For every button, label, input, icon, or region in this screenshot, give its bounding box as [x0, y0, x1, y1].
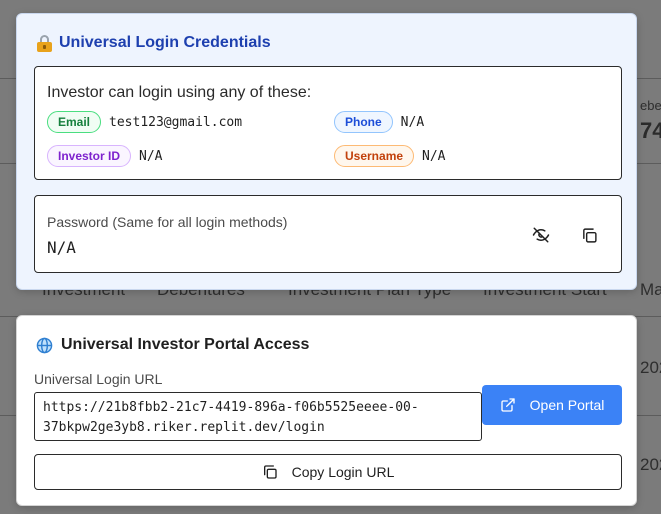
investor-id-badge: Investor ID	[47, 145, 132, 167]
method-investor-id: Investor ID N/A	[47, 145, 163, 167]
portal-title: Universal Investor Portal Access	[61, 336, 310, 353]
url-label: Universal Login URL	[34, 371, 163, 387]
eye-off-icon	[532, 227, 550, 243]
login-methods-box: Investor can login using any of these: E…	[34, 66, 622, 180]
copy-login-url-label: Copy Login URL	[291, 464, 395, 480]
method-email: Email test123@gmail.com	[47, 111, 242, 133]
login-url-field[interactable]: https://21b8fbb2-21c7-4419-896a-f06b5525…	[34, 392, 482, 441]
bg-side-stat: 74	[640, 118, 661, 143]
copy-password-button[interactable]	[575, 221, 603, 249]
portal-header: Universal Investor Portal Access	[36, 336, 309, 354]
email-value: test123@gmail.com	[109, 114, 243, 130]
globe-icon	[36, 337, 53, 353]
portal-card: Universal Investor Portal Access Univers…	[16, 315, 637, 506]
login-url-line-1: https://21b8fbb2-21c7-4419-896a-f06b5525…	[43, 400, 419, 415]
credentials-header: Universal Login Credentials	[36, 34, 271, 52]
credentials-title: Universal Login Credentials	[59, 34, 271, 51]
bg-row-year: 202	[640, 358, 661, 377]
password-value: N/A	[47, 238, 76, 257]
toggle-password-button[interactable]	[527, 221, 555, 249]
method-phone: Phone N/A	[334, 111, 424, 133]
username-badge: Username	[334, 145, 415, 167]
external-link-icon	[500, 398, 515, 412]
copy-icon	[263, 465, 277, 479]
method-username: Username N/A	[334, 145, 446, 167]
investor-id-value: N/A	[139, 148, 163, 164]
credentials-card: Universal Login Credentials Investor can…	[16, 13, 637, 290]
bg-header-ma: Ma	[640, 280, 661, 299]
username-value: N/A	[422, 148, 446, 164]
phone-value: N/A	[400, 114, 425, 130]
login-methods-heading: Investor can login using any of these:	[47, 84, 312, 101]
open-portal-label: Open Portal	[529, 397, 605, 413]
open-portal-button[interactable]: Open Portal	[482, 385, 622, 425]
copy-icon	[582, 227, 597, 243]
phone-badge: Phone	[334, 111, 393, 133]
bg-row-year: 202	[640, 455, 661, 474]
copy-login-url-button[interactable]: Copy Login URL	[34, 454, 622, 490]
password-box: Password (Same for all login methods) N/…	[34, 195, 622, 273]
login-url-line-2: 37bkpw2ge3yb8.riker.replit.dev/login	[43, 420, 325, 435]
lock-icon	[36, 34, 53, 52]
email-badge: Email	[47, 111, 102, 133]
bg-side-label: ebe	[640, 98, 661, 113]
password-label: Password (Same for all login methods)	[47, 214, 288, 230]
